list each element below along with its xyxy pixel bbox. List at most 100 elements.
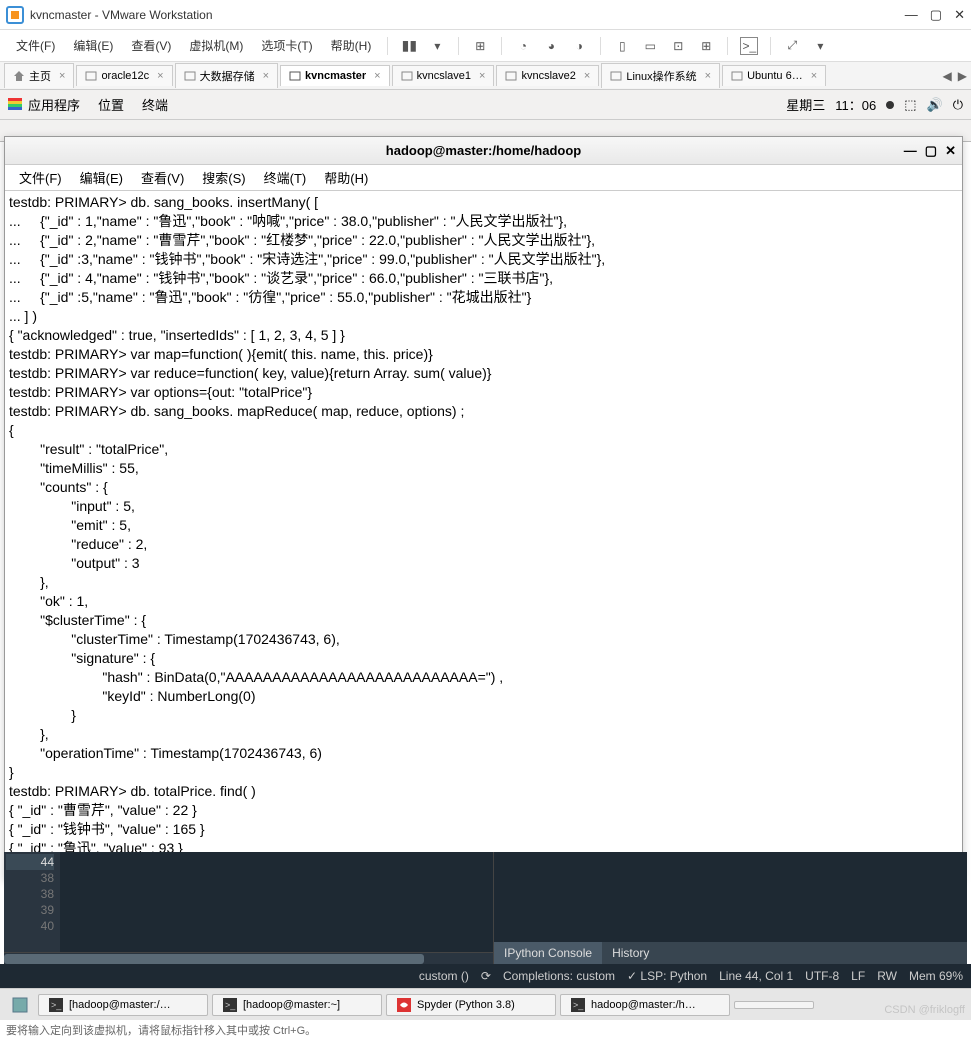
status-interpreter[interactable]: custom () [419,969,469,983]
menu-help[interactable]: 帮助(H) [323,33,380,58]
term-menu-search[interactable]: 搜索(S) [194,166,253,189]
fullscreen-icon[interactable]: ⤢ [783,37,801,55]
status-lsp[interactable]: LSP: Python [627,969,707,983]
minimize-button[interactable]: — [905,7,918,23]
console-output[interactable] [494,852,967,942]
scrollbar-thumb[interactable] [4,954,424,964]
term-menu-file[interactable]: 文件(F) [11,166,70,189]
gnome-places[interactable]: 位置 [98,95,124,114]
term-menu-view[interactable]: 查看(V) [133,166,192,189]
vmware-icon [6,6,24,24]
line-number: 38 [6,870,54,886]
tab-ipython-console[interactable]: IPython Console [494,942,602,964]
layout2-icon[interactable]: ▭ [641,37,659,55]
status-eol[interactable]: LF [851,969,865,983]
gnome-terminal[interactable]: 终端 [142,95,168,114]
power-icon[interactable]: ⏻ [953,97,963,113]
layout4-icon[interactable]: ⊞ [697,37,715,55]
close-icon[interactable]: × [157,70,163,82]
close-icon[interactable]: × [374,70,380,82]
tab-linux[interactable]: Linux操作系统 × [601,63,720,88]
snapshot-icon[interactable]: ◔ [514,37,532,55]
status-memory: Mem 69% [909,969,963,983]
tab-home[interactable]: 主页 × [4,63,74,88]
task-label: [hadoop@master:/… [69,999,171,1011]
terminal-close-button[interactable]: ✕ [945,143,956,159]
dropdown2-icon[interactable]: ▾ [811,37,829,55]
tab-label: Ubuntu 6… [747,70,803,82]
console-icon[interactable]: >_ [740,37,758,55]
close-icon[interactable]: × [479,70,485,82]
terminal-body[interactable]: testdb: PRIMARY> db. sang_books. insertM… [5,191,962,879]
svg-text:>_: >_ [225,1000,236,1010]
close-button[interactable]: ✕ [954,7,965,23]
tab-oracle12c[interactable]: oracle12c × [76,65,172,86]
close-icon[interactable]: × [263,70,269,82]
vm-icon [184,70,196,82]
task-terminal-3[interactable]: >_ hadoop@master:/h… [560,994,730,1016]
send-keys-icon[interactable]: ⊞ [471,37,489,55]
tab-ubuntu[interactable]: Ubuntu 6… × [722,65,826,86]
layout3-icon[interactable]: ⊡ [669,37,687,55]
spyder-statusbar: custom () ⟳ Completions: custom LSP: Pyt… [0,964,971,988]
dropdown-icon[interactable]: ▾ [428,37,446,55]
menu-file[interactable]: 文件(F) [8,33,63,58]
vmware-menubar: 文件(F) 编辑(E) 查看(V) 虚拟机(M) 选项卡(T) 帮助(H) ▮▮… [0,30,971,62]
status-completions[interactable]: Completions: custom [503,969,615,983]
show-desktop-icon[interactable] [6,997,34,1013]
pause-icon[interactable]: ▮▮ [400,37,418,55]
close-icon[interactable]: × [59,70,65,82]
spyder-panels: 44 38 38 39 40 IPython Console History [4,852,967,964]
task-blank[interactable] [734,1001,814,1009]
status-dot-icon [886,101,894,109]
menu-tabs[interactable]: 选项卡(T) [253,33,320,58]
snapshot-manage-icon[interactable]: ◕ [542,37,560,55]
term-menu-help[interactable]: 帮助(H) [316,166,376,189]
task-label: Spyder (Python 3.8) [417,999,515,1011]
close-icon[interactable]: × [584,70,590,82]
hint-text: 要将输入定向到该虚拟机，请将鼠标指针移入其中或按 Ctrl+G。 [6,1022,316,1038]
terminal-maximize-button[interactable]: ▢ [925,143,937,159]
task-label: [hadoop@master:~] [243,999,340,1011]
layout1-icon[interactable]: ▯ [613,37,631,55]
volume-icon[interactable]: 🔊 [927,97,943,113]
tab-prev-icon[interactable]: ◀ [943,69,952,83]
tab-kvncslave1[interactable]: kvncslave1 × [392,65,495,86]
close-icon[interactable]: × [811,70,817,82]
menu-vm[interactable]: 虚拟机(M) [181,33,251,58]
gnome-applications[interactable]: 应用程序 [28,95,80,114]
console-tabs: IPython Console History [494,942,967,964]
term-menu-terminal[interactable]: 终端(T) [256,166,315,189]
watermark-text: CSDN @friklogff [884,1004,965,1016]
gnome-day: 星期三 [786,95,825,114]
task-terminal-1[interactable]: >_ [hadoop@master:/… [38,994,208,1016]
tab-kvncslave2[interactable]: kvncslave2 × [496,65,599,86]
maximize-button[interactable]: ▢ [930,7,942,23]
snapshot-revert-icon[interactable]: ◑ [570,37,588,55]
tab-kvncmaster[interactable]: kvncmaster × [280,65,390,86]
close-icon[interactable]: × [705,70,711,82]
gnome-time: 11：06 [835,95,876,114]
sync-icon[interactable]: ⟳ [481,969,491,983]
terminal-titlebar[interactable]: hadoop@master:/home/hadoop — ▢ ✕ [5,137,962,165]
spyder-icon [397,998,411,1012]
tab-history[interactable]: History [602,942,659,964]
task-spyder[interactable]: Spyder (Python 3.8) [386,994,556,1016]
term-menu-edit[interactable]: 编辑(E) [72,166,131,189]
menu-edit[interactable]: 编辑(E) [65,33,121,58]
tab-next-icon[interactable]: ▶ [958,69,967,83]
task-terminal-2[interactable]: >_ [hadoop@master:~] [212,994,382,1016]
menu-view[interactable]: 查看(V) [123,33,179,58]
editor-content[interactable] [60,852,493,952]
status-encoding[interactable]: UTF-8 [805,969,839,983]
tab-label: kvncslave1 [417,70,471,82]
vm-icon [85,70,97,82]
terminal-minimize-button[interactable]: — [904,143,917,159]
terminal-output: testdb: PRIMARY> db. sang_books. insertM… [9,194,605,875]
horizontal-scrollbar[interactable] [4,952,493,964]
tab-bigdata[interactable]: 大数据存储 × [175,63,278,88]
terminal-icon: >_ [223,998,237,1012]
tab-label: kvncslave2 [521,70,575,82]
home-icon [13,70,25,82]
network-icon[interactable]: ⬚ [904,97,916,113]
